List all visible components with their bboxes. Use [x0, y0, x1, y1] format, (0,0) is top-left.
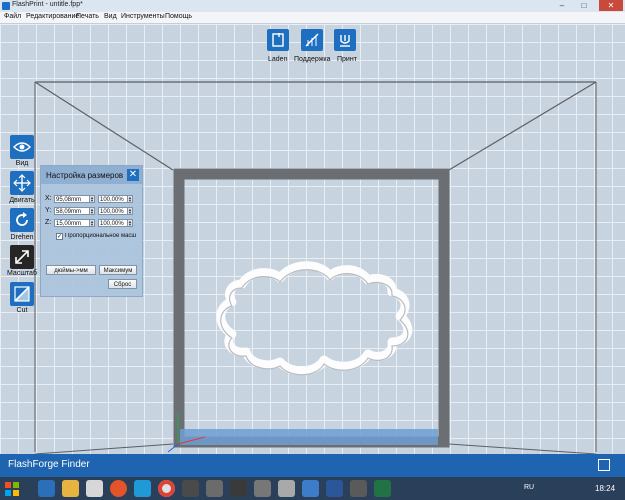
support-icon — [305, 33, 319, 47]
y-axis-label: Y: — [45, 207, 52, 214]
sidebar-item-rotate[interactable] — [10, 208, 34, 232]
menu-view[interactable]: Вид — [104, 13, 117, 20]
x-size-field[interactable]: 95,08mm — [54, 195, 90, 203]
inch-to-mm-button[interactable]: дюймы->мм — [46, 265, 96, 275]
support-button[interactable] — [301, 29, 323, 51]
z-percent-field[interactable]: 100,00% — [98, 219, 128, 227]
printer-name: FlashForge Finder — [8, 459, 90, 470]
minimize-button[interactable]: – — [553, 0, 571, 11]
scale-panel-title: Настройка размеров — [46, 171, 124, 180]
taskbar-app3-icon[interactable] — [302, 480, 319, 497]
y-percent-field[interactable]: 100,00% — [98, 207, 128, 215]
scale-icon — [15, 250, 29, 264]
sidebar-label-move: Двигать — [9, 197, 35, 204]
cut-icon — [14, 286, 30, 302]
taskbar-excel-icon[interactable] — [374, 480, 391, 497]
taskbar-tool-icon[interactable] — [230, 480, 247, 497]
build-plate — [180, 429, 438, 445]
load-label: Laden — [268, 56, 288, 63]
maximize-button[interactable]: □ — [575, 0, 593, 11]
taskbar-media-icon[interactable] — [86, 480, 103, 497]
taskbar: RU 18:24 — [0, 477, 625, 500]
close-button[interactable]: ✕ — [599, 0, 623, 11]
z-axis-label: Z: — [45, 219, 52, 226]
taskbar-word-icon[interactable] — [326, 480, 343, 497]
sidebar-item-cut[interactable] — [10, 282, 34, 306]
sidebar-item-move[interactable] — [10, 171, 34, 195]
close-icon[interactable]: ✕ — [127, 169, 139, 181]
z-size-stepper[interactable]: ▲ ▼ — [89, 219, 95, 227]
status-bar: FlashForge Finder — [0, 454, 625, 477]
load-button[interactable] — [267, 29, 289, 51]
x-size-stepper[interactable]: ▲ ▼ — [89, 195, 95, 203]
menu-help[interactable]: Помощь — [165, 13, 192, 20]
load-icon — [272, 33, 284, 47]
clock[interactable]: 18:24 — [595, 484, 615, 493]
taskbar-printer-icon[interactable] — [182, 480, 199, 497]
taskbar-app4-icon[interactable] — [350, 480, 367, 497]
support-label: Поддержка — [294, 56, 331, 63]
y-size-stepper[interactable]: ▲ ▼ — [89, 207, 95, 215]
reset-button[interactable]: Сброс — [108, 279, 137, 289]
z-size-field[interactable]: 15,00mm — [54, 219, 90, 227]
status-settings-icon[interactable] — [598, 459, 610, 471]
sidebar-label-scale: Масштаб — [7, 270, 37, 277]
x-percent-stepper[interactable]: ▲ ▼ — [127, 195, 133, 203]
z-percent-stepper[interactable]: ▲ ▼ — [127, 219, 133, 227]
x-percent-field[interactable]: 100,00% — [98, 195, 128, 203]
windows-start-icon[interactable] — [3, 480, 21, 497]
model-cookie-cutter — [216, 261, 413, 376]
taskbar-explorer-icon[interactable] — [62, 480, 79, 497]
taskbar-flashprint-icon[interactable] — [206, 480, 223, 497]
taskbar-ie-icon[interactable] — [38, 480, 55, 497]
language-indicator[interactable]: RU — [524, 484, 534, 491]
print-icon — [340, 35, 350, 47]
menu-print[interactable]: Печать — [76, 13, 99, 20]
rotate-icon — [16, 212, 28, 226]
taskbar-app2-icon[interactable] — [278, 480, 295, 497]
y-percent-stepper[interactable]: ▲ ▼ — [127, 207, 133, 215]
sidebar-label-cut: Cut — [16, 307, 28, 314]
app-icon — [2, 2, 10, 10]
taskbar-app-icon[interactable] — [110, 480, 127, 497]
uniform-scale-label: Пропорциональное масш — [65, 233, 137, 239]
sidebar-item-scale[interactable] — [10, 245, 34, 269]
move-icon — [13, 174, 31, 192]
x-axis-label: X: — [45, 195, 52, 202]
uniform-scale-checkbox[interactable]: ✓ — [56, 233, 63, 240]
taskbar-cura-icon[interactable] — [134, 480, 151, 497]
scale-panel: Настройка размеров ✕ X: 95,08mm ▲ ▼ 100,0… — [40, 165, 143, 297]
taskbar-viewer-icon[interactable] — [254, 480, 271, 497]
menu-file[interactable]: Файл — [4, 13, 21, 20]
menu-bar: Файл Редактирование Печать Вид Инструмен… — [0, 12, 625, 24]
window-title: FlashPrint - untitle.fpp* — [12, 1, 83, 8]
print-button[interactable] — [334, 29, 356, 51]
y-size-field[interactable]: 58,09mm — [54, 207, 90, 215]
sidebar-label-rotate: Drehen — [10, 234, 34, 241]
menu-edit[interactable]: Редактирование — [26, 13, 79, 20]
menu-tools[interactable]: Инструменты — [121, 13, 165, 20]
sidebar-item-view[interactable] — [10, 135, 34, 159]
print-label: Принт — [337, 56, 357, 63]
eye-icon — [13, 142, 31, 152]
scale-panel-header: Настройка размеров ✕ — [41, 166, 142, 184]
sidebar-label-view: Вид — [15, 160, 29, 167]
maximum-button[interactable]: Максимум — [99, 265, 137, 275]
taskbar-chrome-icon[interactable] — [158, 480, 175, 497]
